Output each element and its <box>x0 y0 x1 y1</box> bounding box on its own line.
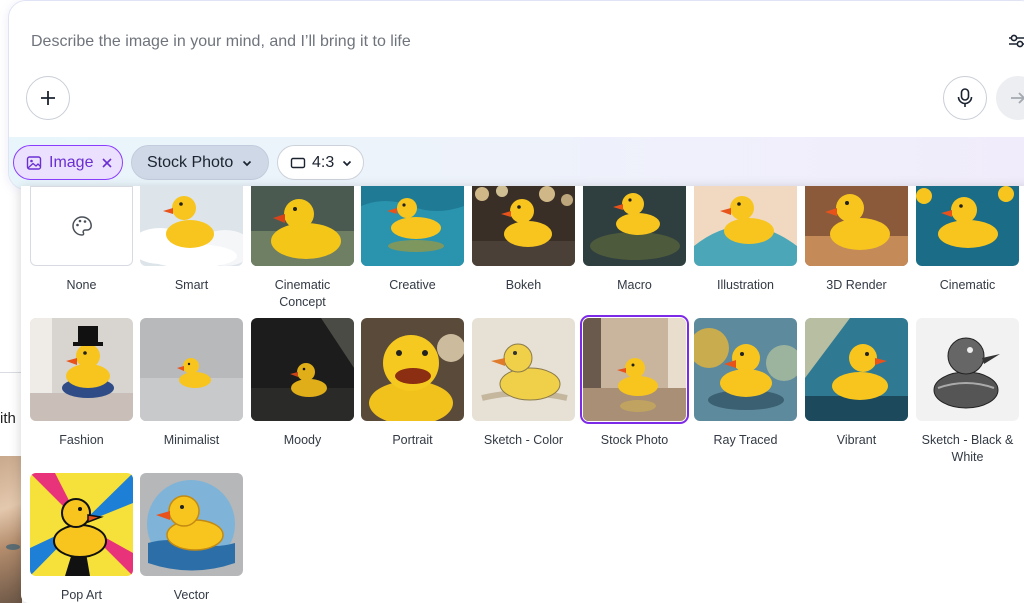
style-thumbnail <box>361 186 464 266</box>
style-thumbnail <box>251 318 354 421</box>
style-option-moody[interactable]: Moody <box>251 318 354 449</box>
background-photo <box>0 456 22 603</box>
chevron-down-icon <box>343 160 352 166</box>
style-label: Illustration <box>717 278 774 292</box>
style-label: Pop Art <box>61 588 102 602</box>
style-thumbnail <box>916 186 1019 266</box>
aspect-ratio-dropdown[interactable]: 4:3 <box>277 145 364 180</box>
style-thumbnail <box>694 186 797 266</box>
style-option-illustration[interactable]: Illustration <box>694 186 797 294</box>
style-dropdown[interactable]: Stock Photo <box>131 145 269 180</box>
style-label: Stock Photo <box>600 433 669 447</box>
style-dropdown-label: Stock Photo <box>147 153 234 171</box>
style-option-sketch-color[interactable]: Sketch - Color <box>472 318 575 449</box>
style-option-ray-traced[interactable]: Ray Traced <box>694 318 797 449</box>
style-label: Fashion <box>59 433 104 447</box>
style-label: Minimalist <box>163 433 220 447</box>
style-label: Vibrant <box>836 433 877 447</box>
style-option-vibrant[interactable]: Vibrant <box>805 318 908 449</box>
style-thumbnail <box>472 318 575 421</box>
style-option-smart[interactable]: Smart <box>140 186 243 294</box>
style-option-cinematic[interactable]: Cinematic <box>916 186 1019 294</box>
image-type-chip[interactable]: Image <box>13 145 123 180</box>
palette-icon <box>71 216 92 236</box>
microphone-button[interactable] <box>943 76 987 120</box>
style-label: Bokeh <box>505 278 542 292</box>
style-thumbnail <box>694 318 797 421</box>
style-label: Smart <box>174 278 209 292</box>
style-option-fashion[interactable]: Fashion <box>30 318 133 449</box>
style-thumbnail <box>916 318 1019 421</box>
microphone-icon <box>957 88 973 107</box>
close-icon[interactable] <box>101 157 113 169</box>
style-thumbnail <box>805 318 908 421</box>
image-icon <box>26 155 42 170</box>
style-label: Moody <box>283 433 322 447</box>
style-label: Vector <box>173 588 210 602</box>
style-thumbnail <box>140 186 243 266</box>
image-chip-label: Image <box>49 153 94 171</box>
style-label: Macro <box>617 278 652 292</box>
style-option-bokeh[interactable]: Bokeh <box>472 186 575 294</box>
style-label: Sketch - Black & White <box>921 433 1014 464</box>
arrow-right-icon <box>1011 92 1024 104</box>
style-option-creative[interactable]: Creative <box>361 186 464 294</box>
style-option-minimalist[interactable]: Minimalist <box>140 318 243 449</box>
style-label: Creative <box>389 278 436 292</box>
style-option-pop-art[interactable]: Pop Art <box>30 473 133 603</box>
background-text: ith <box>0 410 16 427</box>
plus-icon <box>41 91 55 105</box>
style-label: Sketch - Color <box>483 433 564 447</box>
aspect-ratio-label: 4:3 <box>312 153 335 171</box>
style-thumbnail <box>361 318 464 421</box>
style-label: None <box>66 278 97 292</box>
style-thumbnail <box>583 186 686 266</box>
style-thumbnail <box>472 186 575 266</box>
style-thumbnail <box>30 186 133 266</box>
style-thumbnail <box>805 186 908 266</box>
style-option-sketch-black-white[interactable]: Sketch - Black & White <box>916 318 1019 466</box>
style-thumbnail <box>140 318 243 421</box>
style-thumbnail-selected <box>580 315 689 424</box>
style-label: Cinematic <box>939 278 996 292</box>
style-picker-panel: None Smart Cinematic Concept Creative Bo… <box>21 186 1024 603</box>
style-option-vector[interactable]: Vector <box>140 473 243 603</box>
style-option-macro[interactable]: Macro <box>583 186 686 294</box>
style-label: Cinematic Concept <box>274 278 331 309</box>
sliders-icon[interactable] <box>1007 31 1024 51</box>
prompt-area[interactable] <box>9 1 1024 137</box>
chevron-down-icon <box>243 160 252 166</box>
style-option-portrait[interactable]: Portrait <box>361 318 464 449</box>
style-thumbnail <box>140 473 243 576</box>
style-option-cinematic-concept[interactable]: Cinematic Concept <box>251 186 354 311</box>
style-option-3d-render[interactable]: 3D Render <box>805 186 908 294</box>
style-option-stock-photo[interactable]: Stock Photo <box>580 315 689 449</box>
style-label: Ray Traced <box>713 433 778 447</box>
style-option-none[interactable]: None <box>30 186 133 294</box>
style-thumbnail <box>251 186 354 266</box>
rectangle-icon <box>290 157 306 168</box>
add-button[interactable] <box>26 76 70 120</box>
style-label: 3D Render <box>826 278 887 292</box>
style-thumbnail <box>30 473 133 576</box>
style-thumbnail <box>30 318 133 421</box>
prompt-input[interactable]: Describe the image in your mind, and I’l… <box>31 33 411 51</box>
background-divider <box>0 372 22 373</box>
style-label: Portrait <box>392 433 433 447</box>
